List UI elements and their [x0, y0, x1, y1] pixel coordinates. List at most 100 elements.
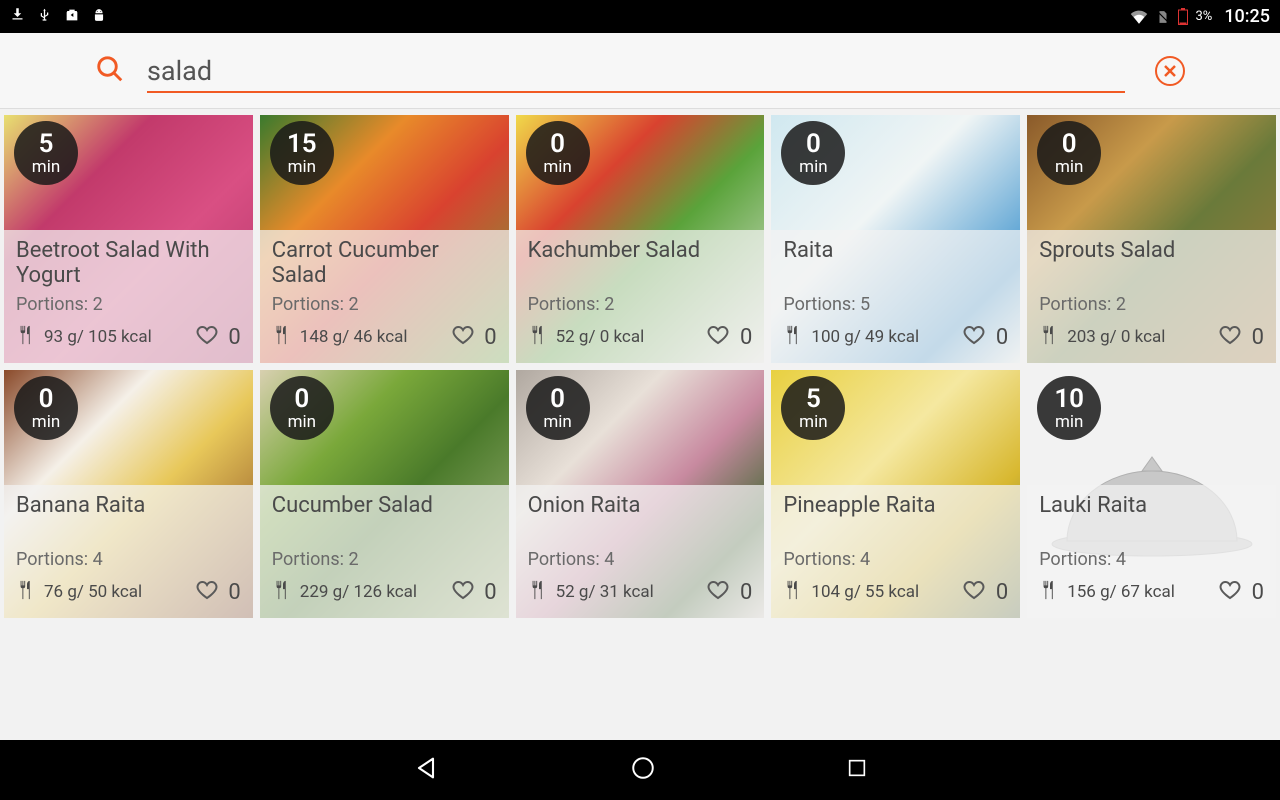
android-nav-bar: [0, 740, 1280, 800]
nav-home-button[interactable]: [630, 755, 656, 785]
card-overlay: Lauki RaitaPortions: 4156 g/ 67 kcal0: [1027, 485, 1276, 618]
no-sim-icon: [1156, 9, 1170, 25]
status-clock: 10:25: [1224, 6, 1270, 27]
usb-icon: [37, 6, 52, 28]
time-unit: min: [32, 159, 60, 176]
time-value: 0: [806, 131, 821, 157]
favorite-count: 0: [481, 325, 497, 350]
search-underline: [147, 91, 1125, 93]
time-badge: 0min: [781, 121, 845, 185]
status-right: 3% 10:25: [1130, 6, 1271, 27]
time-badge: 0 min: [1037, 121, 1101, 185]
time-badge: 0min: [14, 376, 78, 440]
time-value: 0: [1062, 131, 1077, 157]
card-bottom-row: 93 g/ 105 kcal 0: [16, 323, 241, 355]
recipe-title: Kachumber Salad: [528, 238, 753, 290]
recipe-card[interactable]: 15min Carrot Cucumber Salad Portions: 2 148…: [260, 115, 509, 363]
recipe-card[interactable]: 0min Raita Portions: 5 100 g/ 49 kcal 0: [771, 115, 1020, 363]
favorite-button[interactable]: [706, 578, 730, 606]
recipe-card[interactable]: 0 min Sprouts SaladPortions: 2203 g/ 0 kca…: [1027, 115, 1276, 363]
card-bottom-row: 52 g/ 31 kcal 0: [528, 578, 753, 610]
recipe-card[interactable]: 0min Onion Raita Portions: 4 52 g/ 31 kcal 0: [516, 370, 765, 618]
time-badge: 0min: [526, 376, 590, 440]
recipe-portions: Portions: 4: [16, 549, 241, 570]
recipe-card[interactable]: 0min Cucumber Salad Portions: 2 229 g/ 126 …: [260, 370, 509, 618]
favorite-button[interactable]: [195, 578, 219, 606]
recipe-title: Banana Raita: [16, 493, 241, 545]
recipe-title: Onion Raita: [528, 493, 753, 545]
recipe-portions: Portions: 2: [272, 549, 497, 570]
favorite-button[interactable]: [1218, 578, 1242, 606]
close-icon: [1162, 63, 1178, 79]
battery-percent: 3%: [1196, 9, 1213, 24]
card-overlay: Onion Raita Portions: 4 52 g/ 31 kcal 0: [516, 485, 765, 618]
nutrition-info: 93 g/ 105 kcal: [44, 327, 189, 347]
clear-search-button[interactable]: [1155, 56, 1185, 86]
search-input[interactable]: [147, 49, 1125, 93]
favorite-count: 0: [736, 580, 752, 605]
recipe-title: Beetroot Salad With Yogurt: [16, 238, 241, 290]
wifi-icon: [1130, 10, 1148, 24]
favorite-button[interactable]: [451, 323, 475, 351]
time-value: 0: [550, 386, 565, 412]
recipe-title: Lauki Raita: [1039, 493, 1264, 545]
utensils-icon: [1039, 579, 1061, 605]
time-value: 5: [39, 131, 54, 157]
utensils-icon: [1039, 324, 1061, 350]
time-unit: min: [288, 414, 316, 431]
favorite-button[interactable]: [962, 578, 986, 606]
card-overlay: Banana RaitaPortions: 476 g/ 50 kcal0: [4, 485, 253, 618]
recipe-card[interactable]: 0minBanana RaitaPortions: 476 g/ 50 kcal…: [4, 370, 253, 618]
favorite-button[interactable]: [1218, 323, 1242, 351]
card-overlay: Raita Portions: 5 100 g/ 49 kcal 0: [771, 230, 1020, 363]
nav-recent-button[interactable]: [846, 757, 868, 783]
card-overlay: Cucumber Salad Portions: 2 229 g/ 126 kcal…: [260, 485, 509, 618]
android-status-bar: 3% 10:25: [0, 0, 1280, 33]
search-bar: [0, 33, 1280, 109]
nutrition-info: 52 g/ 31 kcal: [556, 582, 701, 602]
nav-back-button[interactable]: [412, 754, 440, 786]
recipe-portions: Portions: 5: [783, 294, 1008, 315]
recipe-card[interactable]: 0minKachumber SaladPortions: 252 g/ 0 kc…: [516, 115, 765, 363]
time-badge: 15min: [270, 121, 334, 185]
card-bottom-row: 148 g/ 46 kcal0: [272, 323, 497, 355]
utensils-icon: [272, 579, 294, 605]
time-unit: min: [1055, 159, 1083, 176]
time-unit: min: [288, 159, 316, 176]
card-bottom-row: 229 g/ 126 kcal0: [272, 578, 497, 610]
favorite-button[interactable]: [962, 323, 986, 351]
favorite-count: 0: [225, 325, 241, 350]
recipe-title: Cucumber Salad: [272, 493, 497, 545]
status-left: [10, 6, 106, 28]
favorite-count: 0: [992, 580, 1008, 605]
favorite-count: 0: [1248, 580, 1264, 605]
time-value: 0: [550, 131, 565, 157]
utensils-icon: [16, 579, 38, 605]
favorite-button[interactable]: [195, 323, 219, 351]
utensils-icon: [528, 324, 550, 350]
time-badge: 0min: [270, 376, 334, 440]
recipe-card[interactable]: 5minPineapple RaitaPortions: 4104 g/ 55 …: [771, 370, 1020, 618]
card-overlay: Sprouts SaladPortions: 2203 g/ 0 kcal0: [1027, 230, 1276, 363]
recipe-portions: Portions: 4: [783, 549, 1008, 570]
time-value: 0: [39, 386, 54, 412]
favorite-button[interactable]: [706, 323, 730, 351]
time-unit: min: [799, 414, 827, 431]
utensils-icon: [783, 579, 805, 605]
favorite-button[interactable]: [451, 578, 475, 606]
recipe-title: Raita: [783, 238, 1008, 290]
nutrition-info: 100 g/ 49 kcal: [811, 327, 956, 347]
search-icon: [95, 54, 125, 88]
recipe-portions: Portions: 2: [272, 294, 497, 315]
recipe-portions: Portions: 4: [528, 549, 753, 570]
recipe-card[interactable]: 10minLauki RaitaPortions: 4156 g/ 67 kca…: [1027, 370, 1276, 618]
recipe-card[interactable]: 5 min Beetroot Salad With YogurtPortions: …: [4, 115, 253, 363]
shop-icon: [64, 7, 80, 27]
recipe-portions: Portions: 2: [1039, 294, 1264, 315]
recipe-grid: 5minBeetroot Salad With YogurtPortions: …: [0, 109, 1280, 624]
recipe-title: Carrot Cucumber Salad: [272, 238, 497, 290]
card-overlay: Beetroot Salad With YogurtPortions: 293 …: [4, 230, 253, 363]
favorite-count: 0: [992, 325, 1008, 350]
utensils-icon: [528, 579, 550, 605]
nutrition-info: 52 g/ 0 kcal: [556, 327, 701, 347]
